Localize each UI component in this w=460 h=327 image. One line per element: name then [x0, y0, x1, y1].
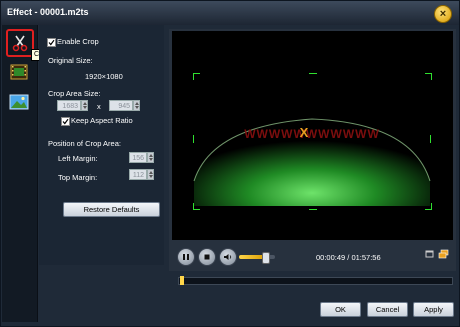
crop-width-spin-arrows[interactable]	[81, 100, 88, 111]
volume-slider-handle[interactable]	[262, 252, 270, 264]
top-margin-spin-arrows[interactable]	[147, 169, 154, 180]
mute-button[interactable]	[219, 248, 237, 266]
pause-button[interactable]	[177, 248, 195, 266]
crop-width-stepper[interactable]: 1683	[57, 100, 88, 111]
cancel-button[interactable]: Cancel	[367, 302, 408, 317]
window-title: Effect - 00001.m2ts	[7, 7, 89, 17]
crop-corner-bottom-right[interactable]	[425, 203, 432, 210]
film-icon	[10, 64, 28, 80]
pause-icon	[183, 254, 189, 260]
seek-bar-handle[interactable]	[179, 276, 184, 285]
crop-width-value[interactable]: 1683	[57, 100, 81, 111]
watermark-tool-button[interactable]	[6, 89, 32, 115]
crop-height-stepper[interactable]: 945	[109, 100, 140, 111]
checkmark-icon	[62, 118, 69, 125]
playback-time: 00:00:49 / 01:57:56	[316, 253, 381, 262]
top-margin-label: Top Margin:	[58, 173, 98, 182]
crop-corner-top-right[interactable]	[425, 73, 432, 80]
title-bar: Effect - 00001.m2ts ×	[1, 1, 459, 25]
svg-text:WWWWWWWWWWW: WWWWWWWWWWW	[244, 127, 380, 141]
original-size-value: 1920×1080	[85, 72, 123, 81]
crop-height-spin-arrows[interactable]	[133, 100, 140, 111]
effect-tool-strip	[2, 25, 38, 322]
close-icon[interactable]: ×	[434, 5, 452, 23]
checkmark-icon	[48, 39, 55, 46]
apply-button[interactable]: Apply	[413, 302, 454, 317]
crop-area-size-label: Crop Area Size:	[48, 89, 101, 98]
enable-crop-label: Enable Crop	[57, 37, 99, 46]
ok-button[interactable]: OK	[320, 302, 361, 317]
left-margin-spin-arrows[interactable]	[147, 152, 154, 163]
crop-edge-left[interactable]	[193, 135, 194, 143]
video-preview: WWWWWWWWWWW X	[172, 31, 453, 240]
speaker-icon	[224, 254, 232, 260]
fullscreen-icon[interactable]	[438, 249, 449, 259]
effect-dialog: Effect - 00001.m2ts × Enable Crop Origin…	[0, 0, 460, 327]
enable-crop-checkbox[interactable]	[47, 38, 56, 47]
window-mode-icon[interactable]	[425, 250, 434, 259]
left-margin-value[interactable]: 156	[129, 152, 147, 163]
crop-edge-right[interactable]	[430, 135, 431, 143]
crop-edge-top[interactable]	[309, 73, 317, 74]
left-margin-label: Left Margin:	[58, 154, 98, 163]
keep-aspect-ratio-label: Keep Aspect Ratio	[71, 116, 133, 125]
player-controls: 00:00:49 / 01:57:56	[172, 245, 453, 273]
crop-tool-button[interactable]	[6, 29, 34, 57]
top-margin-value[interactable]: 112	[129, 169, 147, 180]
crop-edge-bottom[interactable]	[309, 209, 317, 210]
keep-aspect-ratio-checkbox[interactable]	[61, 117, 70, 126]
picture-icon	[9, 94, 29, 110]
crop-position-label: Position of Crop Area:	[48, 139, 121, 148]
effect-tool-button[interactable]	[6, 59, 32, 85]
left-margin-stepper[interactable]: 156	[129, 152, 154, 163]
seek-bar[interactable]	[178, 277, 453, 285]
svg-text:X: X	[300, 125, 309, 140]
times-sign: x	[97, 102, 101, 111]
crop-corner-bottom-left[interactable]	[193, 203, 200, 210]
stop-icon	[204, 254, 210, 260]
crop-height-value[interactable]: 945	[109, 100, 133, 111]
stop-button[interactable]	[198, 248, 216, 266]
restore-defaults-button[interactable]: Restore Defaults	[63, 202, 160, 217]
crop-corner-top-left[interactable]	[193, 73, 200, 80]
scissors-icon	[12, 35, 28, 52]
original-size-label: Original Size:	[48, 56, 93, 65]
top-margin-stepper[interactable]: 112	[129, 169, 154, 180]
